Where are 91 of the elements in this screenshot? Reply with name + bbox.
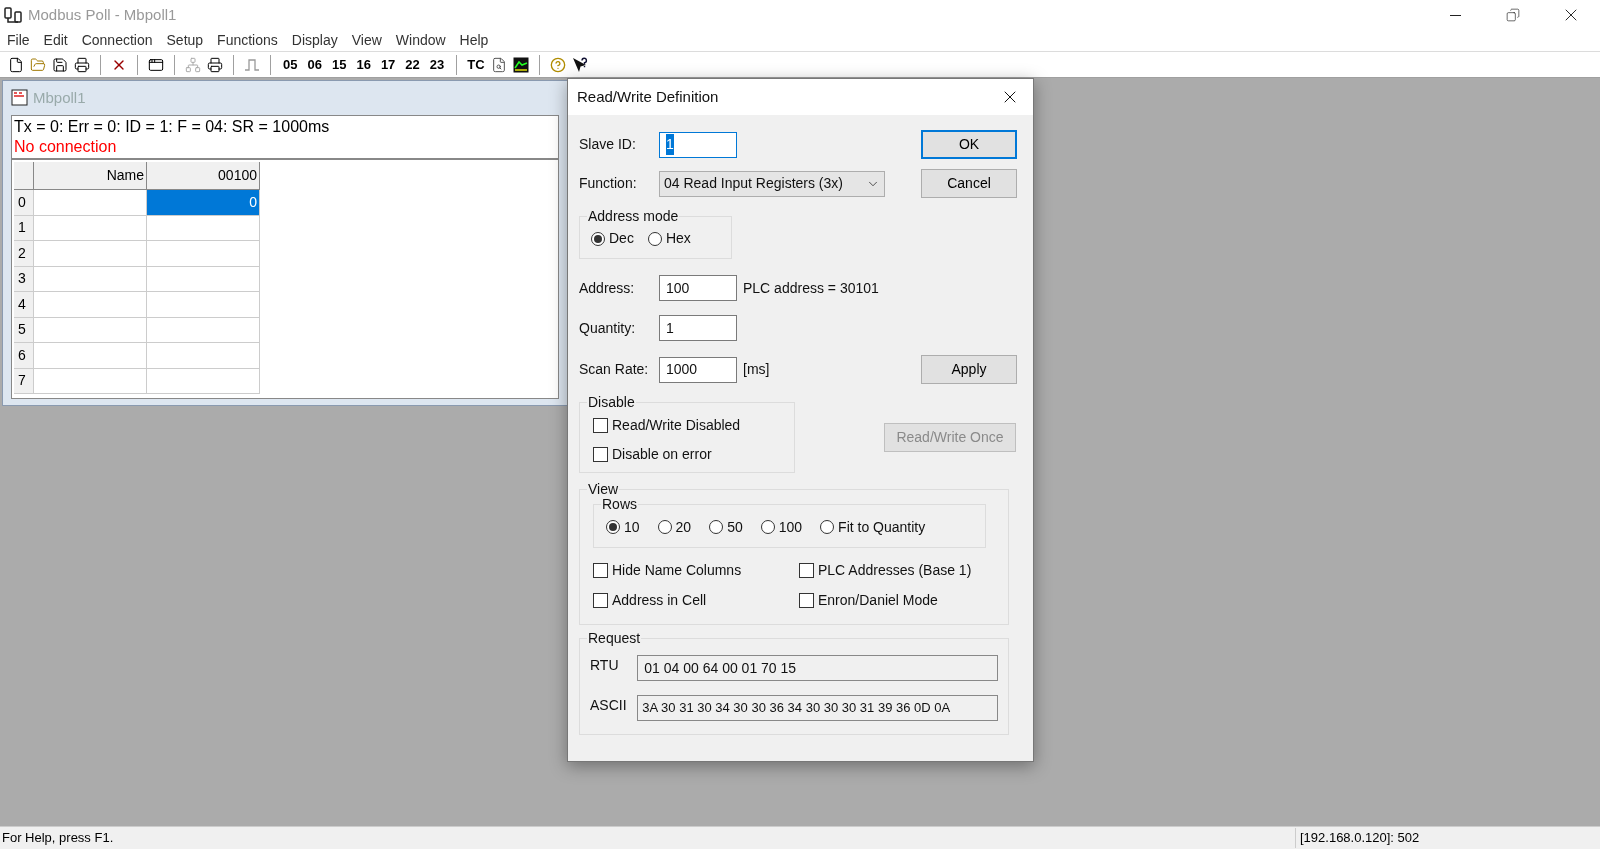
function-code-button[interactable]: 17	[378, 54, 398, 75]
save-icon[interactable]	[52, 56, 68, 73]
column-header: 00100	[147, 162, 260, 190]
function-code-button[interactable]: 22	[403, 54, 422, 75]
search-document-icon[interactable]	[490, 56, 507, 73]
document-title: Mbpoll1	[33, 87, 86, 108]
new-file-icon[interactable]	[8, 56, 24, 73]
dialog-button[interactable]: Apply	[921, 355, 1017, 384]
radio-button[interactable]: Fit to Quantity	[820, 516, 926, 538]
field-label: Address:	[579, 278, 636, 298]
value-cell[interactable]	[147, 368, 260, 394]
radio-button[interactable]: 20	[657, 516, 692, 538]
checkbox[interactable]: PLC Addresses (Base 1)	[799, 560, 995, 581]
app-icon	[3, 5, 23, 25]
menu-item[interactable]: Display	[284, 30, 345, 51]
menu-item[interactable]: Help	[452, 30, 496, 51]
dialog-button[interactable]: Cancel	[921, 169, 1017, 198]
pointer-help-icon[interactable]	[571, 56, 588, 73]
checkbox[interactable]: Address in Cell	[593, 590, 799, 611]
plc-address-text: PLC address = 30101	[743, 278, 879, 298]
function-code-button[interactable]: 23	[427, 54, 447, 75]
folder-icon[interactable]	[30, 56, 46, 73]
column-header: Name	[34, 162, 147, 190]
radio-button[interactable]: 10	[606, 516, 640, 538]
menu-item[interactable]: Functions	[210, 30, 285, 51]
menu-item[interactable]: Edit	[36, 30, 75, 51]
row-header: 5	[14, 317, 34, 343]
chart-icon[interactable]	[512, 56, 529, 73]
field-label: Function:	[579, 174, 638, 193]
help-icon[interactable]	[549, 56, 566, 73]
menu-item[interactable]: Window	[388, 30, 453, 51]
network-icon[interactable]	[185, 56, 201, 73]
menu-item[interactable]: View	[344, 30, 389, 51]
row-header: 3	[14, 266, 34, 292]
dialog-title: Read/Write Definition	[577, 86, 719, 107]
value-cell[interactable]	[147, 292, 260, 318]
input-field[interactable]: 100	[659, 275, 737, 301]
checkbox[interactable]: Read/Write Disabled	[593, 414, 794, 436]
printer-icon[interactable]	[207, 56, 223, 73]
value-cell[interactable]	[147, 266, 260, 292]
traffic-button[interactable]: TC	[467, 54, 485, 75]
radio-button[interactable]: 50	[709, 516, 743, 538]
row-header: 7	[14, 368, 34, 394]
menu-item[interactable]: Setup	[159, 30, 211, 51]
function-code-button[interactable]: 05	[281, 54, 300, 75]
input-field[interactable]: 1	[659, 315, 737, 341]
corner-cell	[14, 162, 34, 190]
row-header: 6	[14, 343, 34, 369]
row-header: 4	[14, 292, 34, 318]
status-text: For Help, press F1.	[1, 829, 114, 848]
row-header: 1	[14, 215, 34, 241]
window-title: Modbus Poll - Mbpoll1	[28, 4, 177, 25]
document-icon	[11, 89, 29, 107]
field-label: RTU	[590, 656, 620, 675]
unit-text: [ms]	[743, 360, 770, 379]
checkbox[interactable]: Enron/Daniel Mode	[799, 590, 995, 611]
rtu-field[interactable]: 01 04 00 64 00 01 70 15	[637, 655, 998, 681]
connection-status: No connection	[14, 137, 118, 157]
function-code-button[interactable]: 15	[329, 54, 349, 75]
row-header: 2	[14, 241, 34, 267]
function-code-button[interactable]: 06	[305, 54, 324, 75]
menu-item[interactable]: Connection	[74, 30, 160, 51]
input-field[interactable]: 1	[659, 131, 737, 158]
restore-icon	[1506, 8, 1520, 22]
function-dropdown[interactable]: 04 Read Input Registers (3x)	[659, 170, 885, 197]
radio-button[interactable]: 100	[760, 516, 803, 538]
checkbox[interactable]: Disable on error	[593, 443, 794, 465]
printer-icon[interactable]	[74, 56, 90, 73]
field-label: Slave ID:	[579, 135, 637, 154]
ascii-field[interactable]: 3A 30 31 30 34 30 30 36 34 30 30 30 31 39 36 0D 0A	[637, 695, 998, 721]
minimize-icon	[1449, 14, 1461, 16]
function-code-button[interactable]: 16	[354, 54, 373, 75]
radio-button[interactable]: Hex	[647, 228, 691, 249]
value-cell[interactable]: 0	[147, 190, 260, 216]
input-field[interactable]: 1000	[659, 356, 737, 383]
value-cell[interactable]	[147, 241, 260, 267]
window-icon[interactable]	[148, 56, 164, 73]
status-line: Tx = 0: Err = 0: ID = 1: F = 04: SR = 1000ms	[14, 117, 331, 137]
value-cell[interactable]	[147, 215, 260, 241]
value-cell[interactable]	[147, 343, 260, 369]
row-header: 0	[14, 190, 34, 216]
value-cell[interactable]	[147, 317, 260, 343]
dialog-button[interactable]: OK	[921, 130, 1017, 159]
field-label: ASCII	[590, 696, 628, 715]
radio-button[interactable]: Dec	[591, 228, 634, 249]
menu-item[interactable]: File	[0, 30, 37, 51]
field-label: Quantity:	[579, 318, 637, 338]
checkbox[interactable]: Hide Name Columns	[593, 560, 799, 581]
connection-text: [192.168.0.120]: 502	[1295, 828, 1600, 848]
field-label: Scan Rate:	[579, 360, 650, 379]
pulse-icon[interactable]	[244, 56, 260, 73]
